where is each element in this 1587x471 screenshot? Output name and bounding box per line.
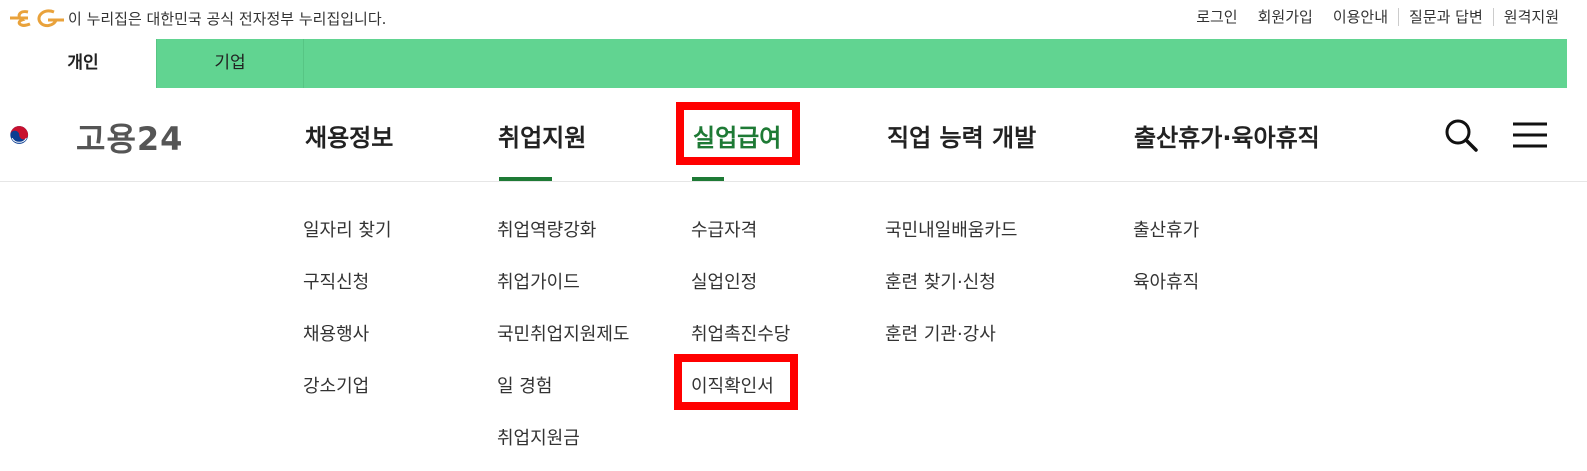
submenu-small-giant-company[interactable]: 강소기업 xyxy=(303,372,369,398)
user-type-tabs: 개인 기업 xyxy=(10,39,1567,88)
submenu-training-search[interactable]: 훈련 찾기·신청 xyxy=(885,268,996,294)
header-divider xyxy=(0,181,1587,182)
highlight-box-separation-confirmation xyxy=(674,354,798,410)
tab-business[interactable]: 기업 xyxy=(157,39,304,88)
submenu-national-employment-support[interactable]: 국민취업지원제도 xyxy=(497,320,629,346)
guide-link[interactable]: 이용안내 xyxy=(1323,8,1398,26)
submenu-reemployment-allowance[interactable]: 취업촉진수당 xyxy=(691,320,790,346)
gnb-parental-leave[interactable]: 출산휴가·육아휴직 xyxy=(1134,118,1320,153)
login-link[interactable]: 로그인 xyxy=(1186,8,1247,26)
signup-link[interactable]: 회원가입 xyxy=(1248,8,1323,26)
brand-name[interactable]: 고용24 xyxy=(76,114,183,160)
gnb-employment-support[interactable]: 취업지원 xyxy=(498,118,586,153)
gnb-recruitment[interactable]: 채용정보 xyxy=(305,118,393,153)
gnb-vocational-training[interactable]: 직업 능력 개발 xyxy=(887,118,1036,153)
qna-link[interactable]: 질문과 답변 xyxy=(1398,8,1493,26)
submenu-employability[interactable]: 취업역량강화 xyxy=(497,216,596,242)
remote-support-link[interactable]: 원격지원 xyxy=(1492,8,1569,26)
hamburger-menu-icon[interactable] xyxy=(1512,121,1548,149)
submenu-career-guide[interactable]: 취업가이드 xyxy=(497,268,580,294)
submenu-work-experience[interactable]: 일 경험 xyxy=(497,372,552,398)
government-emblem-icon[interactable] xyxy=(10,108,68,162)
submenu-job-fair[interactable]: 채용행사 xyxy=(303,320,369,346)
submenu-maternity-leave[interactable]: 출산휴가 xyxy=(1133,216,1199,242)
egov-logo-icon xyxy=(10,9,64,28)
submenu-training-institution[interactable]: 훈련 기관·강사 xyxy=(885,320,996,346)
official-site-notice: 이 누리집은 대한민국 공식 전자정부 누리집입니다. xyxy=(68,10,387,28)
submenu-unemployment-certification[interactable]: 실업인정 xyxy=(691,268,757,294)
submenu-employment-subsidy[interactable]: 취업지원금 xyxy=(497,424,580,450)
highlight-box-unemployment-benefit xyxy=(676,102,800,165)
search-icon[interactable] xyxy=(1444,118,1478,152)
tab-personal[interactable]: 개인 xyxy=(10,39,157,88)
submenu-eligibility[interactable]: 수급자격 xyxy=(691,216,757,242)
submenu-parental-leave[interactable]: 육아휴직 xyxy=(1133,268,1199,294)
submenu-job-search[interactable]: 일자리 찾기 xyxy=(303,216,392,242)
notice-bar: 이 누리집은 대한민국 공식 전자정부 누리집입니다. 로그인 회원가입 이용안… xyxy=(0,0,1587,38)
submenu-learning-card[interactable]: 국민내일배움카드 xyxy=(885,216,1017,242)
submenu-job-application[interactable]: 구직신청 xyxy=(303,268,369,294)
utility-links: 로그인 회원가입 이용안내 질문과 답변 원격지원 xyxy=(1186,8,1569,26)
